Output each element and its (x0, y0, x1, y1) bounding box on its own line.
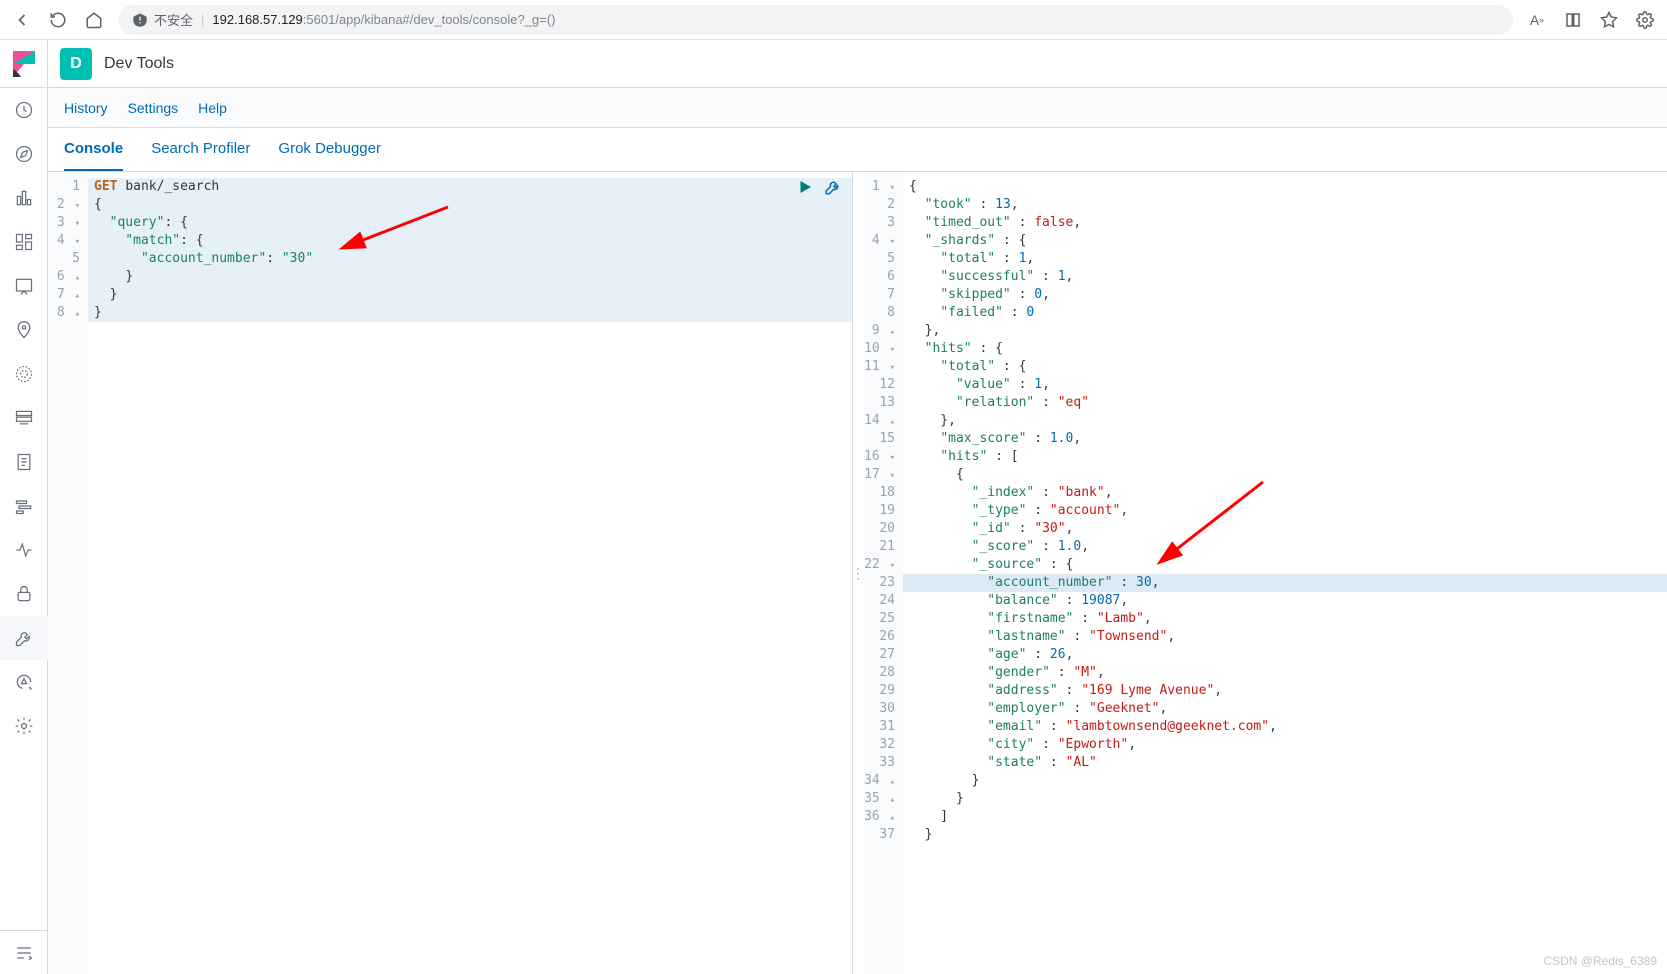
url-bar[interactable]: 不安全 | 192.168.57.129:5601/app/kibana#/de… (118, 5, 1513, 35)
refresh-button[interactable] (46, 8, 70, 32)
request-pane[interactable]: 1 2 ▾3 ▾4 ▾5 6 ▴7 ▴8 ▴ GET bank/_search{… (48, 172, 853, 974)
response-code: { "took" : 13, "timed_out" : false, "_sh… (903, 172, 1667, 844)
watermark: CSDN @Redis_6389 (1543, 954, 1657, 968)
favorite-icon[interactable] (1597, 8, 1621, 32)
siem-icon[interactable] (0, 572, 48, 616)
collapse-icon[interactable] (0, 930, 48, 974)
management-icon[interactable] (0, 704, 48, 748)
security-label: 不安全 (154, 10, 193, 29)
uptime-icon[interactable] (0, 528, 48, 572)
tab-console[interactable]: Console (64, 128, 123, 171)
help-link[interactable]: Help (198, 100, 227, 116)
response-gutter: 1 ▾2 3 4 ▾5 6 7 8 9 ▴10 ▾11 ▾12 13 14 ▴1… (863, 172, 903, 974)
run-button[interactable] (796, 178, 814, 199)
dashboard-icon[interactable] (0, 220, 48, 264)
tab-grok[interactable]: Grok Debugger (278, 128, 381, 171)
response-pane[interactable]: 1 ▾2 3 4 ▾5 6 7 8 9 ▴10 ▾11 ▾12 13 14 ▴1… (863, 172, 1667, 974)
splitter[interactable]: ⋮ (853, 172, 863, 974)
app-badge: D (60, 48, 92, 80)
dev-tools-icon[interactable] (0, 616, 48, 660)
editor-area: 1 2 ▾3 ▾4 ▾5 6 ▴7 ▴8 ▴ GET bank/_search{… (48, 172, 1667, 974)
collections-icon[interactable] (1561, 8, 1585, 32)
app-header: D Dev Tools (48, 40, 1667, 88)
app-title: Dev Tools (104, 55, 174, 73)
kibana-logo[interactable] (0, 40, 48, 88)
security-indicator: 不安全 (132, 10, 193, 29)
request-code[interactable]: GET bank/_search{ "query": { "match": { … (88, 172, 852, 322)
tab-profiler[interactable]: Search Profiler (151, 128, 250, 171)
home-button[interactable] (82, 8, 106, 32)
visualize-icon[interactable] (0, 176, 48, 220)
infra-icon[interactable] (0, 396, 48, 440)
back-button[interactable] (10, 8, 34, 32)
url-text: 192.168.57.129:5601/app/kibana#/dev_tool… (212, 12, 555, 27)
browser-toolbar: 不安全 | 192.168.57.129:5601/app/kibana#/de… (0, 0, 1667, 40)
url-divider: | (201, 12, 204, 27)
monitoring-icon[interactable] (0, 660, 48, 704)
tabs: Console Search Profiler Grok Debugger (48, 128, 1667, 172)
apm-icon[interactable] (0, 484, 48, 528)
logs-icon[interactable] (0, 440, 48, 484)
subnav: History Settings Help (48, 88, 1667, 128)
settings-link[interactable]: Settings (128, 100, 179, 116)
kibana-sidebar (0, 40, 48, 974)
wrench-button[interactable] (824, 178, 842, 199)
request-gutter: 1 2 ▾3 ▾4 ▾5 6 ▴7 ▴8 ▴ (48, 172, 88, 974)
ml-icon[interactable] (0, 352, 48, 396)
history-link[interactable]: History (64, 100, 108, 116)
settings-gear-icon[interactable] (1633, 8, 1657, 32)
read-aloud-icon[interactable]: A» (1525, 8, 1549, 32)
maps-icon[interactable] (0, 308, 48, 352)
canvas-icon[interactable] (0, 264, 48, 308)
recently-viewed-icon[interactable] (0, 88, 48, 132)
discover-icon[interactable] (0, 132, 48, 176)
